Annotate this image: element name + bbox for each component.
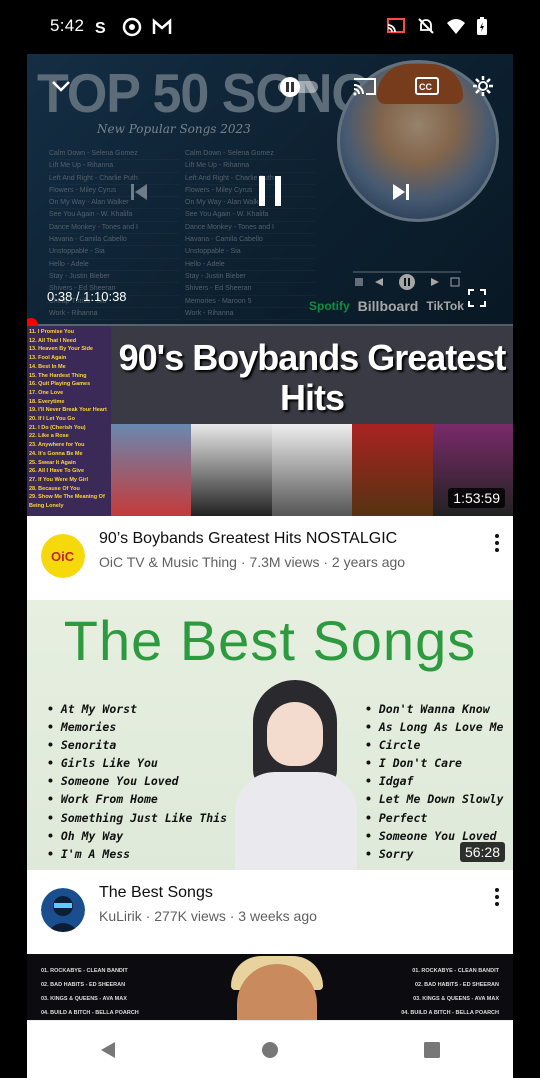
home-icon[interactable] bbox=[260, 1040, 280, 1060]
s-sync-icon: S bbox=[95, 20, 106, 37]
captions-icon: CC bbox=[415, 77, 439, 95]
duration-badge: 1:53:59 bbox=[448, 488, 505, 508]
video-card[interactable]: 11. I Promise You 12. All That I Need 13. … bbox=[27, 326, 513, 600]
recents-icon[interactable] bbox=[422, 1040, 442, 1060]
pause-icon bbox=[259, 176, 281, 206]
upload-age: 2 years ago bbox=[331, 554, 406, 570]
video-subtitle: KuLirik · 277K views · 3 weeks ago bbox=[99, 908, 317, 924]
fullscreen-icon bbox=[468, 289, 486, 307]
right-edge bbox=[513, 54, 540, 1078]
skip-next-icon bbox=[393, 184, 409, 200]
video-card[interactable]: The Best Songs At My WorstMemoriesSenori… bbox=[27, 600, 513, 954]
wifi-icon bbox=[447, 19, 465, 34]
thumb-songlist-right: Don't Wanna KnowAs Long As Love MeCircle… bbox=[365, 700, 504, 863]
next-button[interactable] bbox=[381, 172, 421, 212]
video-meta: OiC 90’s Boybands Greatest Hits NOSTALGI… bbox=[27, 516, 513, 600]
upload-age: 3 weeks ago bbox=[238, 908, 317, 924]
video-title[interactable]: The Best Songs bbox=[99, 884, 213, 902]
autoplay-toggle[interactable] bbox=[273, 72, 323, 100]
gear-icon bbox=[473, 76, 493, 96]
video-meta: The Best Songs KuLirik · 277K views · 3 … bbox=[27, 870, 513, 954]
previous-button[interactable] bbox=[119, 172, 159, 212]
mute-icon bbox=[418, 18, 434, 34]
channel-avatar[interactable] bbox=[41, 888, 85, 932]
video-title[interactable]: 90’s Boybands Greatest Hits NOSTALGIC bbox=[99, 530, 397, 548]
time-separator: / bbox=[72, 289, 84, 304]
cast-button[interactable] bbox=[349, 72, 381, 100]
thumb-illustration-face bbox=[267, 702, 323, 766]
video-player[interactable]: TOP 50 SONGS New Popular Songs 2023 Calm… bbox=[27, 54, 513, 326]
video-thumbnail[interactable]: 11. I Promise You 12. All That I Need 13. … bbox=[27, 326, 513, 516]
channel-name[interactable]: OiC TV & Music Thing bbox=[99, 554, 237, 570]
thumb-tracklist: 11. I Promise You 12. All That I Need 13. … bbox=[27, 326, 111, 516]
video-subtitle: OiC TV & Music Thing · 7.3M views · 2 ye… bbox=[99, 554, 406, 570]
video-thumbnail[interactable]: The Best Songs At My WorstMemoriesSenori… bbox=[27, 600, 513, 870]
fullscreen-button[interactable] bbox=[463, 284, 491, 312]
video-thumbnail[interactable]: 01. ROCKABYE - CLEAN BANDIT 02. BAD HABIT… bbox=[27, 954, 513, 1020]
system-nav-bar bbox=[27, 1020, 513, 1078]
status-time: 5:42 bbox=[50, 16, 85, 35]
left-edge bbox=[0, 54, 27, 1078]
thumb-illustration-body bbox=[235, 772, 357, 870]
current-time: 0:38 bbox=[47, 289, 73, 304]
view-count: 7.3M views bbox=[249, 554, 320, 570]
skip-previous-icon bbox=[131, 184, 147, 200]
gmail-icon bbox=[152, 18, 172, 34]
total-time: 1:10:38 bbox=[83, 289, 127, 304]
svg-text:CC: CC bbox=[419, 82, 432, 92]
thumb-songlist-right: 01. ROCKABYE - CLEAN BANDIT 02. BAD HABIT… bbox=[401, 968, 499, 1016]
video-card[interactable]: 01. ROCKABYE - CLEAN BANDIT 02. BAD HABIT… bbox=[27, 954, 513, 1020]
thumb-title: 90's Boybands Greatest Hits bbox=[118, 337, 507, 418]
chrome-icon bbox=[122, 17, 142, 37]
duration-badge: 56:28 bbox=[459, 842, 505, 862]
battery-icon bbox=[477, 17, 487, 35]
channel-avatar[interactable]: OiC bbox=[41, 534, 85, 578]
collapse-player-button[interactable] bbox=[47, 72, 75, 100]
thumb-title: The Best Songs bbox=[63, 609, 477, 672]
youtube-app: TOP 50 SONGS New Popular Songs 2023 Calm… bbox=[27, 54, 513, 1020]
status-bar: 5:42 S bbox=[0, 0, 540, 54]
view-count: 277K views bbox=[154, 908, 226, 924]
svg-text:S: S bbox=[95, 20, 106, 37]
svg-text:OiC: OiC bbox=[51, 549, 75, 564]
more-options-icon[interactable] bbox=[491, 532, 503, 554]
chevron-down-icon bbox=[52, 81, 70, 92]
back-icon[interactable] bbox=[98, 1040, 118, 1060]
cast-icon bbox=[353, 78, 376, 96]
more-options-icon[interactable] bbox=[491, 886, 503, 908]
playback-time: 0:38 / 1:10:38 bbox=[47, 289, 127, 304]
captions-button[interactable]: CC bbox=[411, 72, 443, 100]
thumb-songlist-left: 01. ROCKABYE - CLEAN BANDIT 02. BAD HABIT… bbox=[41, 968, 139, 1016]
thumb-songlist-left: At My WorstMemoriesSenoritaGirls Like Yo… bbox=[47, 700, 227, 863]
cast-icon bbox=[387, 18, 405, 33]
settings-button[interactable] bbox=[467, 72, 499, 100]
pause-button[interactable] bbox=[245, 166, 295, 216]
channel-name[interactable]: KuLirik bbox=[99, 908, 142, 924]
autoplay-toggle-icon bbox=[278, 77, 318, 97]
